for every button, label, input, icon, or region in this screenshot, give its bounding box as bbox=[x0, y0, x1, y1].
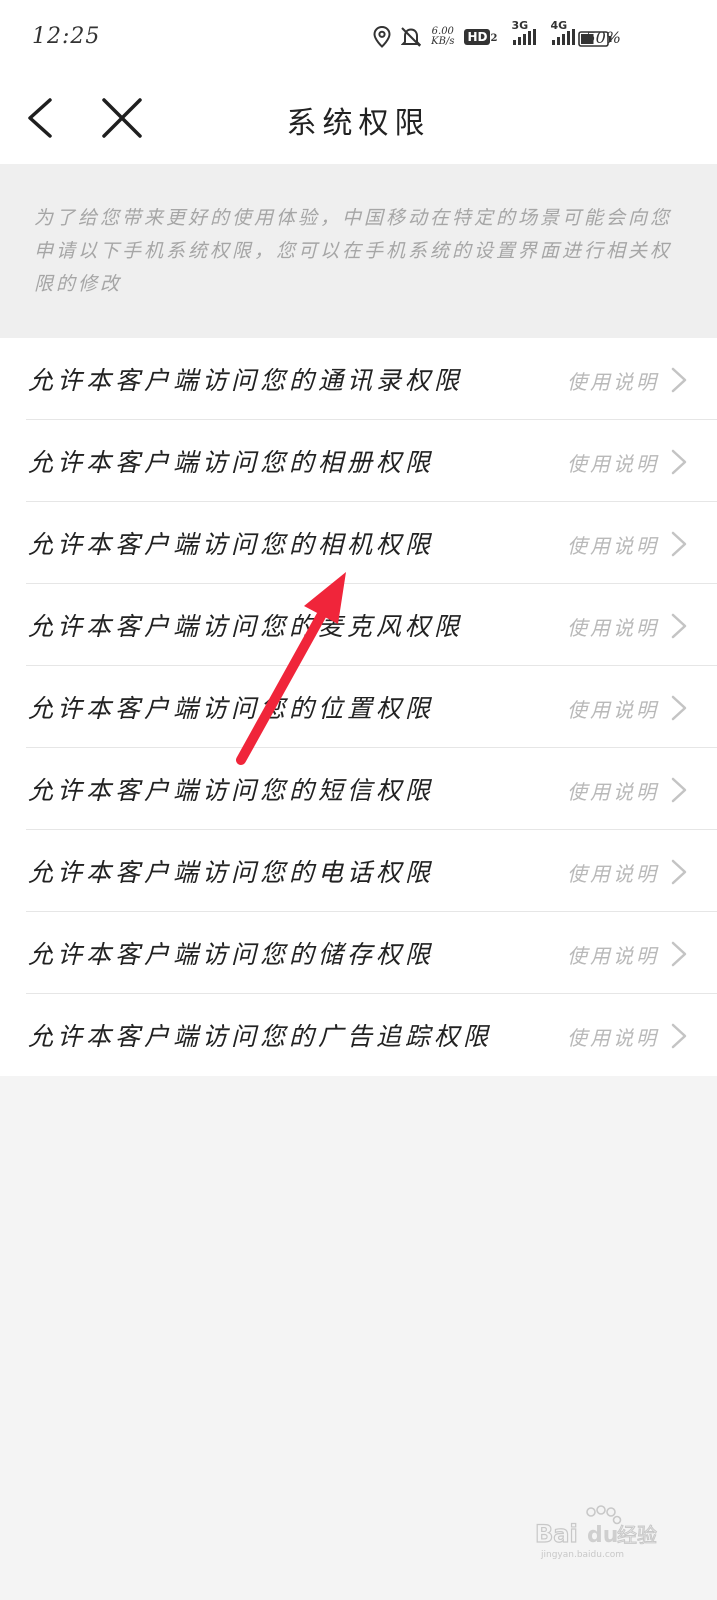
watermark-brand2: du bbox=[587, 1523, 618, 1548]
signal-icon-3g: 3G bbox=[511, 19, 537, 45]
usage-instructions-link[interactable]: 使用说明 bbox=[567, 940, 659, 969]
permission-label: 允许本客户端访问您的储存权限 bbox=[28, 940, 435, 969]
usage-instructions-link[interactable]: 使用说明 bbox=[567, 366, 659, 395]
status-time: 12:25 bbox=[32, 24, 101, 49]
signal-3g-label: 3G bbox=[511, 19, 529, 32]
permission-notice: 为了给您带来更好的使用体验，中国移动在特定的场景可能会向您申请以下手机系统权限，… bbox=[0, 164, 717, 338]
net-speed-unit: KB/s bbox=[431, 36, 455, 47]
page-title: 系统权限 bbox=[286, 106, 431, 141]
chevron-right-icon bbox=[671, 941, 687, 967]
chevron-right-icon bbox=[671, 1023, 687, 1049]
permission-label: 允许本客户端访问您的麦克风权限 bbox=[28, 612, 464, 641]
permission-label: 允许本客户端访问您的位置权限 bbox=[28, 694, 435, 723]
paw-icon bbox=[586, 1505, 622, 1525]
notice-text: 为了给您带来更好的使用体验，中国移动在特定的场景可能会向您申请以下手机系统权限，… bbox=[34, 207, 673, 295]
usage-instructions-link[interactable]: 使用说明 bbox=[567, 448, 659, 477]
watermark-brand: Bai bbox=[535, 1520, 578, 1548]
permission-row[interactable]: 允许本客户端访问您的储存权限 使用说明 bbox=[0, 912, 717, 994]
permission-row[interactable]: 允许本客户端访问您的相册权限 使用说明 bbox=[0, 420, 717, 502]
permission-row[interactable]: 允许本客户端访问您的通讯录权限 使用说明 bbox=[0, 338, 717, 420]
permission-row[interactable]: 允许本客户端访问您的电话权限 使用说明 bbox=[0, 830, 717, 912]
net-speed: 6.00 KB/s bbox=[431, 27, 454, 47]
chevron-right-icon bbox=[671, 777, 687, 803]
chevron-right-icon bbox=[671, 531, 687, 557]
permission-row[interactable]: 允许本客户端访问您的相机权限 使用说明 bbox=[0, 502, 717, 584]
permission-row[interactable]: 允许本客户端访问您的广告追踪权限 使用说明 bbox=[0, 994, 717, 1076]
hd-label: HD bbox=[464, 29, 491, 45]
baidu-watermark: Bai du 经验 jingyan.baidu.com bbox=[535, 1505, 658, 1560]
chevron-right-icon bbox=[671, 613, 687, 639]
header: 系统权限 bbox=[0, 78, 717, 164]
permission-label: 允许本客户端访问您的短信权限 bbox=[28, 776, 435, 805]
status-bar: 12:25 6.00 KB/s HD 2 3G 4G 50% bbox=[0, 0, 717, 78]
usage-instructions-link[interactable]: 使用说明 bbox=[567, 858, 659, 887]
signal-icon-4g: 4G bbox=[550, 19, 576, 45]
permission-label: 允许本客户端访问您的广告追踪权限 bbox=[28, 1022, 493, 1051]
permission-row[interactable]: 允许本客户端访问您的短信权限 使用说明 bbox=[0, 748, 717, 830]
watermark-url: jingyan.baidu.com bbox=[540, 1550, 624, 1560]
usage-instructions-link[interactable]: 使用说明 bbox=[567, 612, 659, 641]
signal-4g-label: 4G bbox=[550, 19, 568, 32]
usage-instructions-link[interactable]: 使用说明 bbox=[567, 530, 659, 559]
permission-label: 允许本客户端访问您的通讯录权限 bbox=[28, 366, 464, 395]
permission-row[interactable]: 允许本客户端访问您的麦克风权限 使用说明 bbox=[0, 584, 717, 666]
permission-label: 允许本客户端访问您的相机权限 bbox=[28, 530, 435, 559]
chevron-right-icon bbox=[671, 859, 687, 885]
bell-off-icon bbox=[401, 27, 422, 47]
permission-list: 允许本客户端访问您的通讯录权限 使用说明 允许本客户端访问您的相册权限 使用说明 允许本… bbox=[0, 338, 717, 1076]
hd-icon: HD 2 bbox=[464, 29, 497, 45]
watermark-suffix: 经验 bbox=[617, 1523, 657, 1547]
chevron-right-icon bbox=[671, 449, 687, 475]
location-icon bbox=[373, 26, 391, 48]
usage-instructions-link[interactable]: 使用说明 bbox=[567, 1022, 659, 1051]
hd-sub: 2 bbox=[490, 33, 498, 44]
chevron-right-icon bbox=[671, 367, 687, 393]
permission-label: 允许本客户端访问您的相册权限 bbox=[28, 448, 435, 477]
permission-label: 允许本客户端访问您的电话权限 bbox=[28, 858, 435, 887]
battery-icon bbox=[578, 31, 612, 47]
usage-instructions-link[interactable]: 使用说明 bbox=[567, 776, 659, 805]
permission-row[interactable]: 允许本客户端访问您的位置权限 使用说明 bbox=[0, 666, 717, 748]
chevron-right-icon bbox=[671, 695, 687, 721]
usage-instructions-link[interactable]: 使用说明 bbox=[567, 694, 659, 723]
